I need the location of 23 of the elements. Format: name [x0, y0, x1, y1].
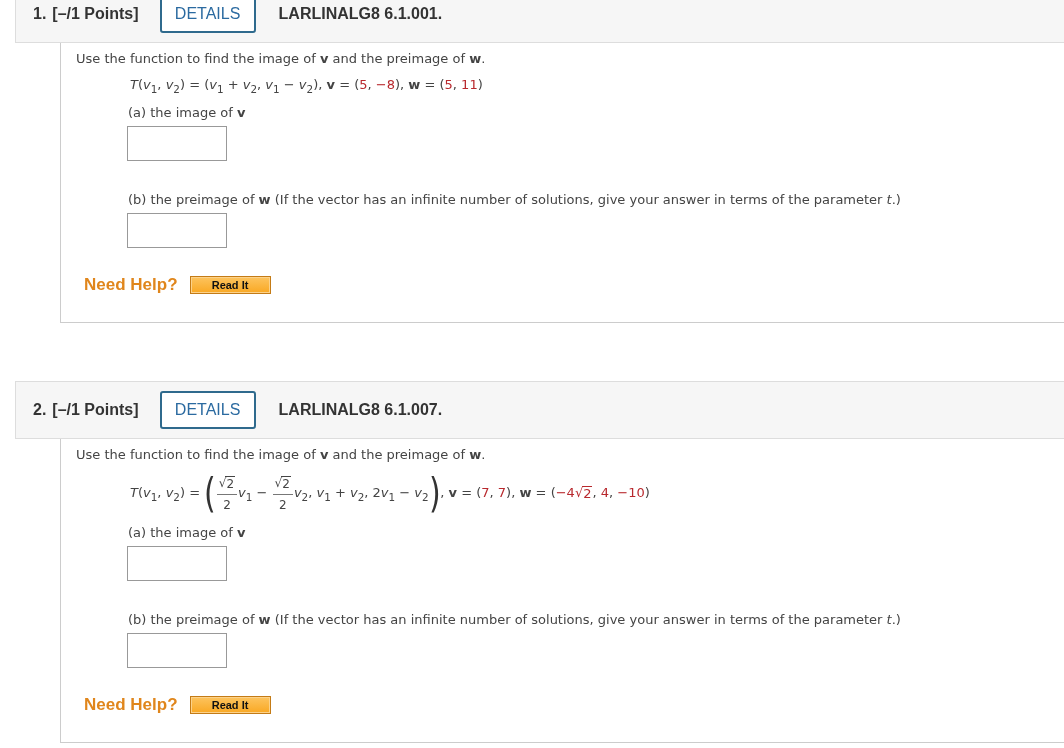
answer-box[interactable] — [127, 213, 227, 248]
question-number: 2. — [33, 401, 47, 419]
points-label: [–/1 Points] — [52, 401, 139, 419]
answer-box[interactable] — [127, 633, 227, 668]
answer-box[interactable] — [127, 126, 227, 161]
question-part-label: (a) the image of v — [128, 525, 247, 541]
instruction-text: Use the function to find the image of v and the preimage of w. — [76, 447, 487, 463]
details-button[interactable]: DETAILS — [159, 0, 256, 33]
read-it-button[interactable]: Read It — [189, 276, 271, 294]
instruction-text: Use the function to find the image of v and the preimage of w. — [76, 51, 487, 67]
question-part-label: (b) the preimage of w (If the vector has an infinite number of solutions, give your answer in terms of the parameter t.) — [128, 612, 902, 628]
problem-id: LARLINALG8 6.1.007. — [278, 401, 443, 419]
problem-id: LARLINALG8 6.1.001. — [278, 5, 443, 23]
question-part-label: (b) the preimage of w (If the vector has an infinite number of solutions, give your answer in terms of the parameter t.) — [128, 192, 902, 208]
question-part-label: (a) the image of v — [128, 105, 247, 121]
read-it-button[interactable]: Read It — [189, 696, 271, 714]
points-label: [–/1 Points] — [52, 5, 139, 23]
question-number: 1. — [33, 5, 47, 23]
need-help-label: Need Help? — [84, 695, 178, 715]
details-button[interactable]: DETAILS — [159, 391, 256, 429]
answer-box[interactable] — [127, 546, 227, 581]
need-help-label: Need Help? — [84, 275, 178, 295]
formula: T(v$_{1}$, v$_{2}$) = (v$_{1}$ + v$_{2}$, v$_{1}$ − v$_{2}$), v = (5, −8), w = (5, 11) — [130, 76, 483, 95]
